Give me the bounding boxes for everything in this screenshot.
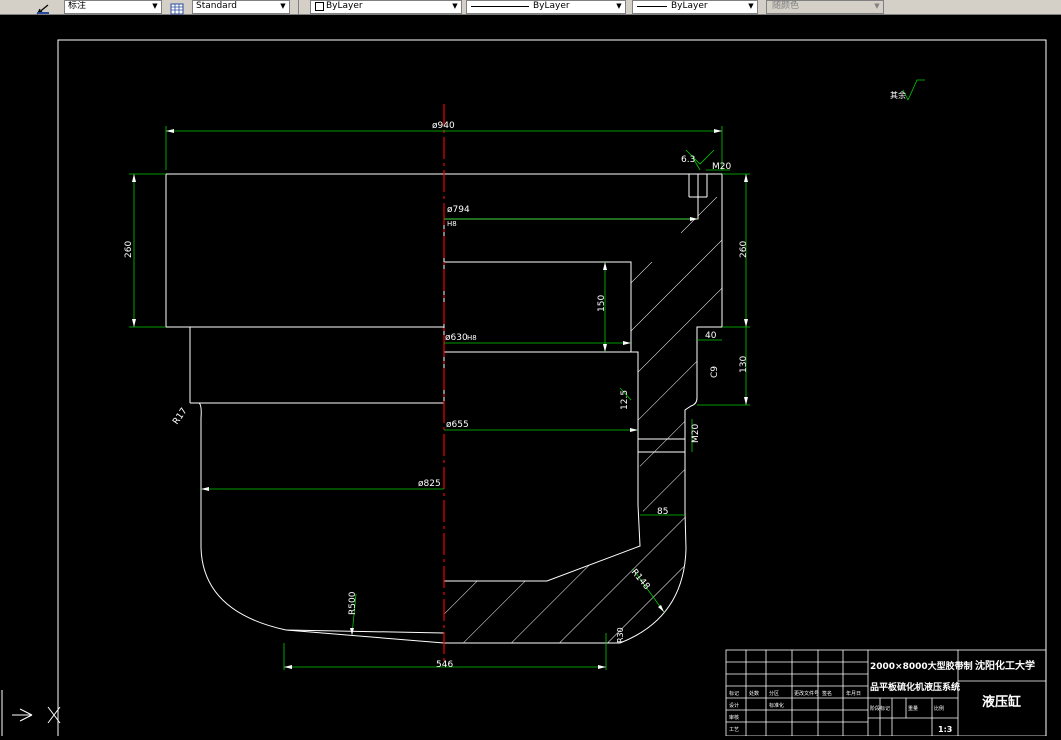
dim-diameter-940: ø940 xyxy=(432,121,455,131)
dim-radius-30: R30 xyxy=(616,627,625,643)
title-row-design: 设计 xyxy=(729,702,739,709)
title-stage-mark: 阶段标记 xyxy=(870,705,890,712)
dim-height-150: 150 xyxy=(597,295,607,312)
toolbar-separator xyxy=(298,0,299,14)
dim-height-260-right: 260 xyxy=(739,241,749,258)
dim-diameter-655: ø655 xyxy=(446,420,469,430)
hatch-upper-wall xyxy=(631,197,722,512)
title-weight: 重量 xyxy=(908,705,918,712)
title-part-name: 液压缸 xyxy=(982,694,1021,710)
title-header-zone: 分区 xyxy=(769,690,779,697)
plotstyle-control-value: 随颜色 xyxy=(772,1,800,11)
title-scale: 1:3 xyxy=(938,725,952,734)
color-swatch-icon xyxy=(315,2,324,11)
color-control-select[interactable]: ByLayer ▼ xyxy=(310,0,462,14)
title-university: 沈阳化工大学 xyxy=(975,659,1035,672)
plotstyle-control-select[interactable]: 随颜色 ▼ xyxy=(766,0,884,14)
title-row-review: 审核 xyxy=(729,714,739,721)
title-ratio: 比例 xyxy=(934,705,944,712)
properties-toolbar: 标注 ▼ Standard ▼ ByLayer ▼ ByLayer ▼ ByLa… xyxy=(0,0,1061,15)
dim-diameter-825: ø825 xyxy=(418,479,441,489)
hatch-bottom xyxy=(444,512,686,643)
chevron-down-icon: ▼ xyxy=(280,2,286,10)
title-header-mark: 标记 xyxy=(729,690,739,697)
linetype-control-value: ByLayer xyxy=(533,1,570,11)
dim-height-130: 130 xyxy=(739,356,749,373)
dim-tolerance-630: H8 xyxy=(467,334,477,342)
chevron-down-icon: ▼ xyxy=(452,2,458,10)
drawing-svg: ø940 ø794 H8 ø630 H8 ø655 ø825 546 260 2… xyxy=(1,39,1047,740)
dimension-style-icon[interactable] xyxy=(36,0,50,15)
dim-tolerance-794: H8 xyxy=(447,220,457,228)
table-style-value: Standard xyxy=(196,1,237,11)
drawing-canvas[interactable]: ø940 ø794 H8 ø630 H8 ø655 ø825 546 260 2… xyxy=(0,15,1061,740)
title-header-sign: 签名 xyxy=(822,690,832,697)
chevron-down-icon: ▼ xyxy=(748,2,754,10)
dim-thread-m20-side: M20 xyxy=(691,424,701,443)
dimension-style-select[interactable]: 标注 ▼ xyxy=(64,0,162,14)
dim-radius-500: R500 xyxy=(348,591,358,615)
linetype-control-select[interactable]: ByLayer ▼ xyxy=(466,0,626,14)
chevron-down-icon: ▼ xyxy=(616,2,622,10)
table-style-icon[interactable] xyxy=(170,0,184,15)
chevron-down-icon: ▼ xyxy=(152,2,158,10)
title-project-line1: 2000×8000大型胶带制 xyxy=(870,660,973,672)
dim-radius-17: R17 xyxy=(171,406,189,426)
lineweight-control-select[interactable]: ByLayer ▼ xyxy=(632,0,758,14)
dim-chamfer-c9: C9 xyxy=(710,366,720,378)
roughness-6-3: 6.3 xyxy=(681,155,695,165)
title-header-date: 年月日 xyxy=(846,690,861,697)
linetype-sample xyxy=(471,6,529,7)
dim-diameter-794: ø794 xyxy=(447,205,470,215)
lineweight-control-value: ByLayer xyxy=(671,1,708,11)
lineweight-sample xyxy=(637,6,667,7)
title-row-process: 工艺 xyxy=(729,727,739,733)
chevron-down-icon: ▼ xyxy=(874,2,880,10)
table-style-select[interactable]: Standard ▼ xyxy=(192,0,290,14)
dim-diameter-630: ø630 xyxy=(445,333,468,343)
dim-width-546: 546 xyxy=(436,660,453,670)
dim-height-260-left: 260 xyxy=(124,241,134,258)
title-standardization: 标准化 xyxy=(769,702,784,709)
dim-width-85: 85 xyxy=(657,507,668,517)
color-control-value: ByLayer xyxy=(326,1,363,11)
title-header-change-no: 更改文件号 xyxy=(794,690,819,697)
ucs-icon xyxy=(1,690,61,736)
title-project-line2: 品平板硫化机液压系统 xyxy=(870,681,960,693)
roughness-12-5: 12.5 xyxy=(620,390,630,410)
dim-thread-m20-top: M20 xyxy=(712,162,731,172)
surface-note-other: 其余 xyxy=(890,90,906,100)
dim-width-40: 40 xyxy=(705,331,717,341)
dimension-style-value: 标注 xyxy=(68,1,87,11)
title-header-count: 处数 xyxy=(749,690,759,697)
